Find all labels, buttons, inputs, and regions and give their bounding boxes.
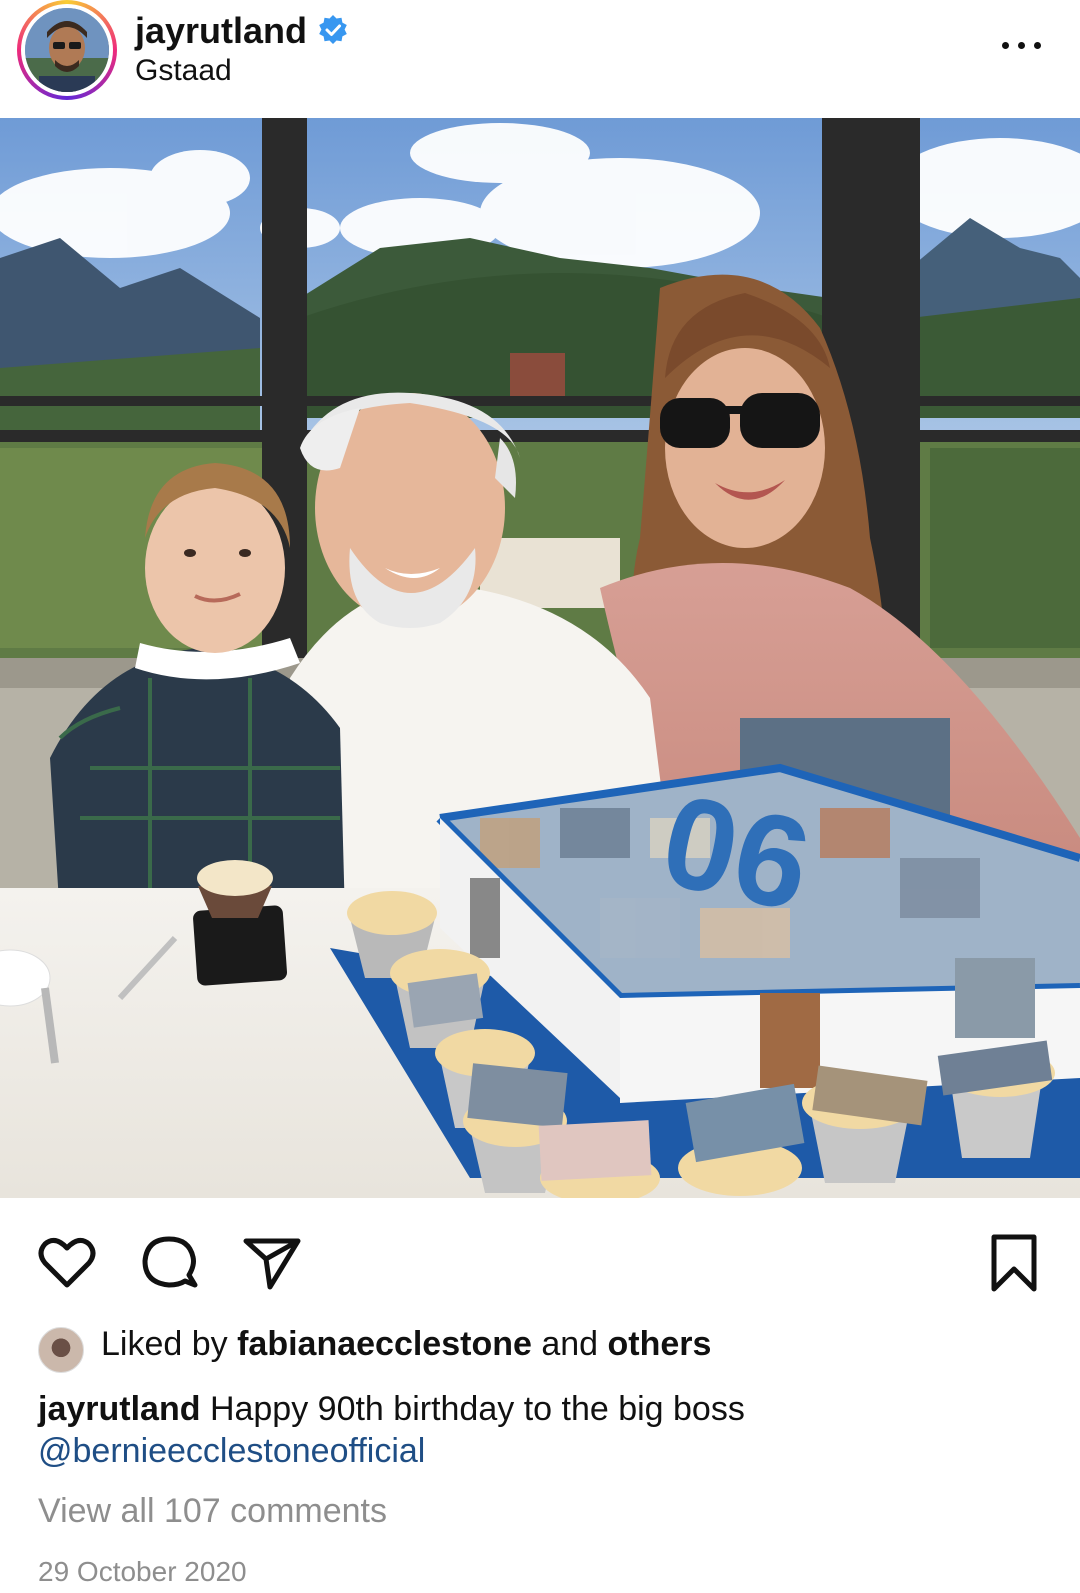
bookmark-icon[interactable] [982, 1231, 1046, 1295]
likes-row: Liked by fabianaecclestone and others [38, 1325, 1038, 1373]
post-date: 29 October 2020 [38, 1556, 247, 1587]
caption-text: Happy 90th birthday to the big boss [209, 1390, 745, 1428]
view-comments-link[interactable]: View all 107 comments [38, 1492, 387, 1531]
verified-badge-icon [319, 15, 347, 44]
post-photo[interactable]: 06 [0, 118, 1080, 1198]
liker-username[interactable]: fabianaecclestone [237, 1325, 532, 1363]
likes-text: Liked by fabianaecclestone and others [101, 1325, 711, 1364]
svg-text:06: 06 [650, 766, 822, 939]
caption-username[interactable]: jayrutland [38, 1390, 200, 1428]
liker-avatar[interactable] [38, 1327, 84, 1373]
post-location[interactable]: Gstaad [135, 54, 232, 88]
avatar-image [25, 8, 109, 92]
likes-prefix: Liked by [101, 1325, 228, 1363]
profile-avatar[interactable] [17, 0, 117, 100]
heart-icon[interactable] [35, 1231, 99, 1295]
send-icon[interactable] [240, 1231, 304, 1295]
post-caption: jayrutland Happy 90th birthday to the bi… [38, 1388, 1048, 1472]
post-actions [0, 1198, 1080, 1308]
caption-mention[interactable]: @bernieecclestoneofficial [38, 1432, 425, 1470]
post-header: jayrutland Gstaad [0, 0, 1080, 118]
post-username[interactable]: jayrutland [135, 10, 307, 52]
likes-middle: and [541, 1325, 599, 1363]
ellipsis-icon[interactable] [1000, 30, 1044, 60]
likes-others-link[interactable]: others [608, 1325, 712, 1363]
cake-number: 06 [650, 766, 822, 939]
comment-icon[interactable] [137, 1231, 201, 1295]
